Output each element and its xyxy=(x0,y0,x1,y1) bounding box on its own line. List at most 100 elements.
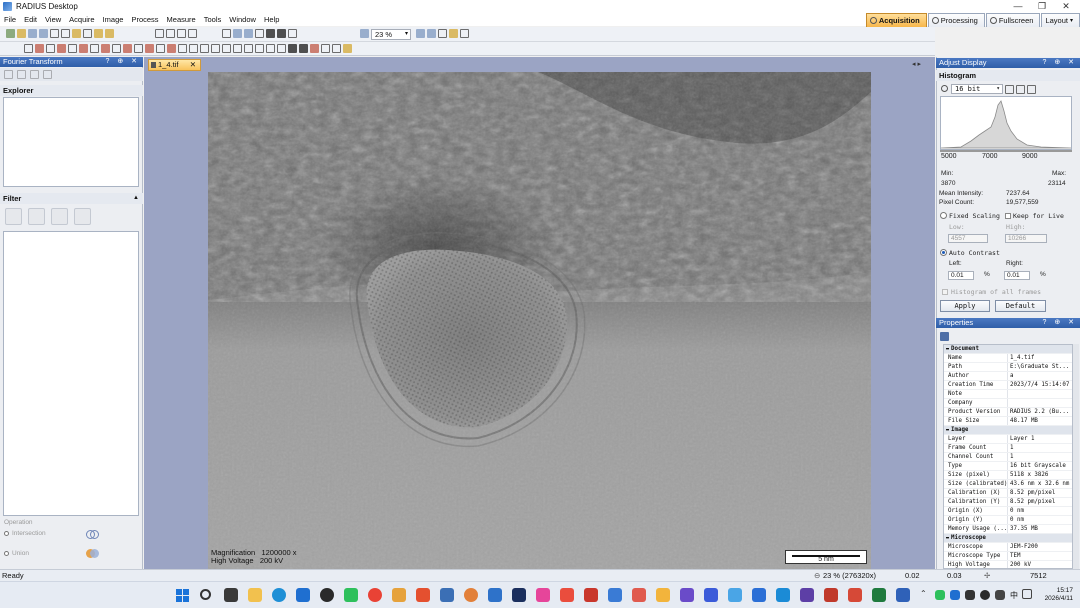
app-z-icon[interactable] xyxy=(632,588,646,602)
default-button[interactable]: Default xyxy=(995,300,1046,312)
tray-app-icon[interactable] xyxy=(950,590,960,600)
ime-indicator[interactable]: 中 xyxy=(1010,590,1018,601)
triangle-icon[interactable] xyxy=(167,44,176,53)
caliper-icon[interactable] xyxy=(101,44,110,53)
tem-image[interactable]: Magnification 1200000 x High Voltage 200… xyxy=(208,72,871,569)
property-row[interactable]: Calibration (Y) 8.52 pm/pixel xyxy=(944,498,1072,507)
area-icon[interactable] xyxy=(145,44,154,53)
property-row[interactable]: High Voltage 200 kV xyxy=(944,561,1072,568)
point-icon[interactable] xyxy=(35,44,44,53)
distance-icon[interactable] xyxy=(79,44,88,53)
rectangle-select-icon[interactable] xyxy=(255,29,264,38)
repeat-icon[interactable] xyxy=(188,29,197,38)
mask-icon[interactable] xyxy=(299,44,308,53)
histogram-zoom-icon[interactable] xyxy=(1005,85,1014,94)
tab-fullscreen[interactable]: Fullscreen xyxy=(985,13,1041,27)
app-drop-icon[interactable] xyxy=(704,588,718,602)
freehand-icon[interactable] xyxy=(233,44,242,53)
overlay-icon[interactable] xyxy=(449,29,458,38)
app-clip-icon[interactable] xyxy=(824,588,838,602)
union-radio[interactable] xyxy=(4,551,9,556)
redo-icon[interactable] xyxy=(166,29,175,38)
windows-start-icon[interactable] xyxy=(176,589,189,602)
clipboard-icon[interactable] xyxy=(105,29,114,38)
filter-arrow-icon[interactable] xyxy=(51,208,68,225)
histogram-all-frames-checkbox[interactable] xyxy=(942,289,948,295)
menu-file[interactable]: File xyxy=(0,15,20,24)
line-icon[interactable] xyxy=(46,44,55,53)
histogram-linear-icon[interactable] xyxy=(1016,85,1025,94)
properties-panel-buttons[interactable]: ? ⊕ ✕ xyxy=(1042,318,1077,328)
scissors-icon[interactable] xyxy=(266,44,275,53)
zoom-in-icon[interactable] xyxy=(416,29,425,38)
zoom-select[interactable]: 23 % ▾ xyxy=(371,29,411,40)
menu-image[interactable]: Image xyxy=(99,15,128,24)
polygon-icon[interactable] xyxy=(222,44,231,53)
app-archive-icon[interactable] xyxy=(392,588,406,602)
history-icon[interactable] xyxy=(177,29,186,38)
tab-scroll-arrows[interactable]: ◂ ▸ xyxy=(912,60,921,68)
circle-measure-icon[interactable] xyxy=(123,44,132,53)
app-pink-icon[interactable] xyxy=(536,588,550,602)
property-row[interactable]: Frame Count 1 xyxy=(944,444,1072,453)
tray-wechat-icon[interactable] xyxy=(935,590,945,600)
settings-icon[interactable] xyxy=(343,44,352,53)
filter-section-header[interactable]: Filter ▲ xyxy=(0,193,143,204)
app-x-icon[interactable] xyxy=(416,588,430,602)
print-preview-icon[interactable] xyxy=(61,29,70,38)
panel-buttons[interactable]: ? ⊕ ✕ xyxy=(105,57,140,67)
histogram-log-icon[interactable] xyxy=(1027,85,1036,94)
fill-icon[interactable] xyxy=(255,44,264,53)
app-cloud-icon[interactable] xyxy=(488,588,502,602)
document-tab[interactable]: 1_4.tif ✕ xyxy=(148,59,201,71)
property-row[interactable]: Type 16 bit Grayscale xyxy=(944,462,1072,471)
app-yellow-icon[interactable] xyxy=(656,588,670,602)
app-purple-icon[interactable] xyxy=(680,588,694,602)
crop-icon[interactable] xyxy=(277,29,286,38)
property-row[interactable]: Microscope Type TEM xyxy=(944,552,1072,561)
property-row[interactable]: Channel Count 1 xyxy=(944,453,1072,462)
app-check-icon[interactable] xyxy=(752,588,766,602)
properties-table[interactable]: ▬ Document Name 1_4.tif Path E:\Graduate St..… xyxy=(943,344,1073,569)
property-category[interactable]: ▬ Image xyxy=(944,426,1072,435)
filter-list[interactable] xyxy=(3,231,139,516)
actual-size-icon[interactable] xyxy=(438,29,447,38)
crosshair-icon[interactable] xyxy=(266,29,275,38)
rectangle-icon[interactable] xyxy=(178,44,187,53)
property-row[interactable]: Layer Layer 1 xyxy=(944,435,1072,444)
left-percent-input[interactable]: 0.01 xyxy=(948,271,974,280)
fixed-scaling-radio[interactable] xyxy=(940,212,947,219)
menu-tools[interactable]: Tools xyxy=(200,15,226,24)
fit-window-icon[interactable] xyxy=(427,29,436,38)
keep-for-live-checkbox[interactable] xyxy=(1005,213,1011,219)
property-row[interactable]: Size (calibrated) 43.6 nm x 32.6 nm xyxy=(944,480,1072,489)
tray-network-icon[interactable] xyxy=(995,590,1005,600)
high-input[interactable]: 10266 xyxy=(1005,234,1047,243)
properties-scrollbar[interactable] xyxy=(1073,344,1079,569)
app-red-icon[interactable] xyxy=(560,588,574,602)
options-icon[interactable] xyxy=(460,29,469,38)
property-row[interactable]: Creation Time 2023/7/4 15:14:07 xyxy=(944,381,1072,390)
tab-acquisition[interactable]: Acquisition xyxy=(865,13,927,27)
angle-icon[interactable] xyxy=(90,44,99,53)
arrow-icon[interactable] xyxy=(57,44,66,53)
property-row[interactable]: Note xyxy=(944,390,1072,399)
menu-help[interactable]: Help xyxy=(260,15,283,24)
invert-icon[interactable] xyxy=(288,44,297,53)
app-stack-icon[interactable] xyxy=(728,588,742,602)
select-pointer-icon[interactable] xyxy=(222,29,231,38)
properties-save-icon[interactable] xyxy=(940,332,949,341)
import-icon[interactable] xyxy=(72,29,81,38)
text-annotation-icon[interactable] xyxy=(156,44,165,53)
maximize-button[interactable]: ❐ xyxy=(1030,0,1054,13)
tab-layout[interactable]: Layout ▾ xyxy=(1041,13,1080,27)
apply-button[interactable]: Apply xyxy=(940,300,990,312)
hand-pan-icon[interactable] xyxy=(233,29,242,38)
close-button[interactable]: ✕ xyxy=(1054,0,1078,13)
tray-chevron-icon[interactable]: ⌃ xyxy=(920,589,927,598)
intersection-radio[interactable] xyxy=(4,531,9,536)
zoom-out-icon[interactable] xyxy=(360,29,369,38)
property-row[interactable]: Origin (Y) 0 nm xyxy=(944,516,1072,525)
menu-window[interactable]: Window xyxy=(225,15,260,24)
app-ppt-icon[interactable] xyxy=(848,588,862,602)
